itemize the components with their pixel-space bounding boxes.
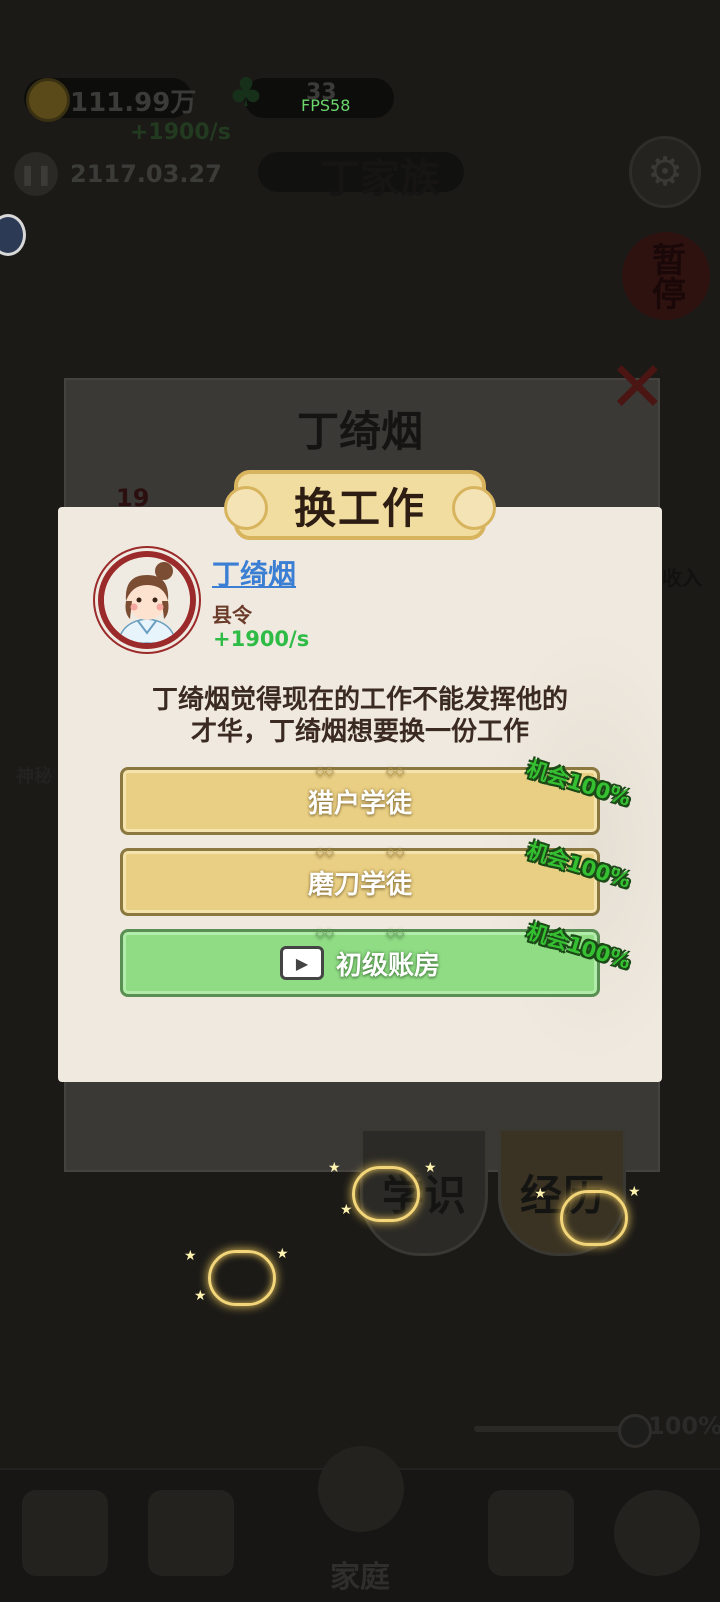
sparkle-icon: ★ (534, 1186, 547, 1202)
option-label: 磨刀学徒 (307, 869, 412, 900)
cloud-glow-icon[interactable] (560, 1190, 628, 1246)
video-icon: ▶ (279, 946, 324, 980)
coin-rate: +1900/s (130, 120, 231, 145)
income-rate: +1900/s (213, 627, 310, 651)
game-date: 2117.03.27 (70, 160, 222, 188)
sparkle-icon: ★ (628, 1184, 641, 1200)
settings-gear-icon[interactable]: ⚙ (629, 136, 701, 208)
banner-curl-right (452, 486, 496, 530)
book-icon[interactable] (22, 1490, 108, 1576)
current-job: 县令 (212, 603, 252, 627)
sparkle-icon: ★ (184, 1248, 197, 1264)
fps-counter: FPS58 (301, 96, 351, 115)
lock-icon[interactable] (614, 1490, 700, 1576)
description-line-1: 丁绮烟觉得现在的工作不能发挥他的 (151, 685, 568, 715)
cloud-glow-icon[interactable] (352, 1166, 420, 1222)
volume-percent: 100% (648, 1412, 720, 1440)
description-line-2: 才华，丁绮烟想要换一份工作 (190, 717, 529, 747)
character-panel-title: 丁绮烟 (296, 407, 423, 456)
population-icon: ♣ (228, 70, 264, 116)
family-icon[interactable] (318, 1446, 404, 1532)
cloud-glow-icon[interactable] (208, 1250, 276, 1306)
side-label-left: 神秘 (16, 766, 52, 787)
sparkle-icon: ★ (194, 1288, 207, 1304)
sparkle-icon: ★ (328, 1160, 341, 1176)
volume-slider-track[interactable] (474, 1426, 634, 1432)
girl-portrait-icon (104, 557, 190, 643)
coin-count: 111.99万 (70, 88, 197, 118)
avatar (98, 551, 196, 649)
chest-icon[interactable] (488, 1490, 574, 1576)
option-label: 猎户学徒 (307, 788, 412, 819)
pause-icon[interactable]: ❚❚ (14, 152, 58, 196)
dialog-title: 换工作 (293, 483, 426, 533)
scroll-icon[interactable] (148, 1490, 234, 1576)
sparkle-icon: ★ (276, 1246, 289, 1262)
banner-curl-left (224, 486, 268, 530)
close-icon[interactable]: ✕ (608, 352, 667, 422)
tab-family[interactable]: 家庭 (330, 1552, 390, 1596)
family-name: 丁家族 (320, 156, 440, 202)
dialog-title-banner: 换工作 (224, 470, 496, 540)
volume-slider-knob[interactable] (618, 1414, 652, 1448)
sparkle-icon: ★ (424, 1160, 437, 1176)
pause-seal[interactable]: 暂停 (622, 232, 710, 320)
coin-icon (26, 78, 70, 122)
option-label: 初级账房 (335, 950, 440, 981)
pause-seal-label: 暂停 (645, 242, 686, 310)
dialog-description: 丁绮烟觉得现在的工作不能发挥他的 才华，丁绮烟想要换一份工作 (110, 684, 610, 748)
sparkle-icon: ★ (340, 1202, 353, 1218)
side-label-right: 收入 (662, 566, 702, 590)
person-name-link[interactable]: 丁绮烟 (212, 553, 296, 593)
